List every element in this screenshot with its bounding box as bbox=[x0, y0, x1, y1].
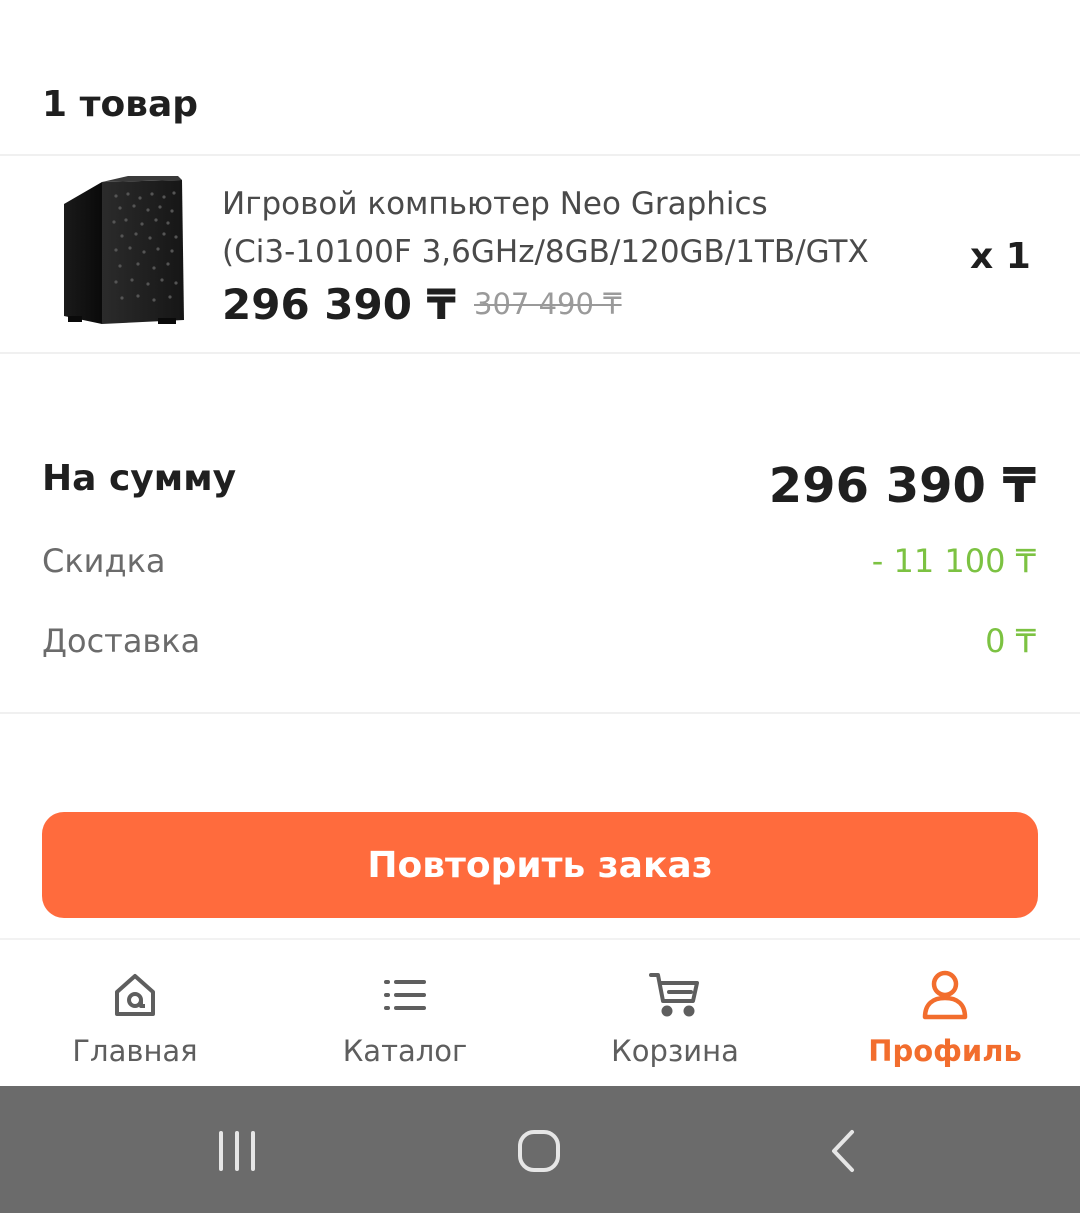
nav-label-cart: Корзина bbox=[611, 1034, 739, 1068]
home-icon bbox=[106, 966, 164, 1024]
product-image[interactable] bbox=[58, 174, 188, 326]
nav-item-profile[interactable]: Профиль bbox=[810, 940, 1080, 1088]
nav-label-home: Главная bbox=[72, 1034, 198, 1068]
discount-value: - 11 100 ₸ bbox=[871, 542, 1036, 580]
bottom-nav: Главная Каталог Корзина Профиль bbox=[0, 938, 1080, 1086]
product-name[interactable]: Игровой компьютер Neo Graphics (Ci3-1010… bbox=[222, 180, 922, 276]
product-name-line-1: Игровой компьютер Neo Graphics bbox=[222, 186, 768, 222]
product-price: 296 390 ₸ bbox=[222, 280, 456, 329]
back-icon[interactable] bbox=[798, 1106, 888, 1196]
product-old-price: 307 490 ₸ bbox=[474, 287, 622, 321]
nav-item-cart[interactable]: Корзина bbox=[540, 940, 810, 1088]
repeat-order-button[interactable]: Повторить заказ bbox=[42, 812, 1038, 918]
list-icon bbox=[376, 966, 434, 1024]
sum-label: На сумму bbox=[42, 458, 237, 499]
recent-apps-icon[interactable] bbox=[192, 1106, 282, 1196]
product-row[interactable]: Игровой компьютер Neo Graphics (Ci3-1010… bbox=[0, 156, 1080, 352]
home-button-icon[interactable] bbox=[494, 1106, 584, 1196]
delivery-value: 0 ₸ bbox=[985, 622, 1036, 660]
cart-icon bbox=[646, 966, 704, 1024]
discount-label: Скидка bbox=[42, 542, 166, 580]
system-navigation-bar bbox=[0, 1086, 1080, 1213]
divider bbox=[0, 352, 1080, 354]
delivery-label: Доставка bbox=[42, 622, 201, 660]
product-quantity: x 1 bbox=[970, 236, 1031, 277]
nav-item-catalog[interactable]: Каталог bbox=[270, 940, 540, 1088]
profile-icon bbox=[916, 966, 974, 1024]
nav-item-home[interactable]: Главная bbox=[0, 940, 270, 1088]
sum-value: 296 390 ₸ bbox=[768, 458, 1036, 514]
nav-label-profile: Профиль bbox=[868, 1034, 1022, 1068]
order-details-screen: 1 товар Игровой компьютер Neo Graphics (… bbox=[0, 0, 1080, 1213]
items-count-title: 1 товар bbox=[42, 84, 199, 125]
product-name-line-2: (Ci3-10100F 3,6GHz/8GB/120GB/1TB/GTX bbox=[222, 234, 869, 270]
nav-label-catalog: Каталог bbox=[342, 1034, 468, 1068]
divider bbox=[0, 712, 1080, 714]
